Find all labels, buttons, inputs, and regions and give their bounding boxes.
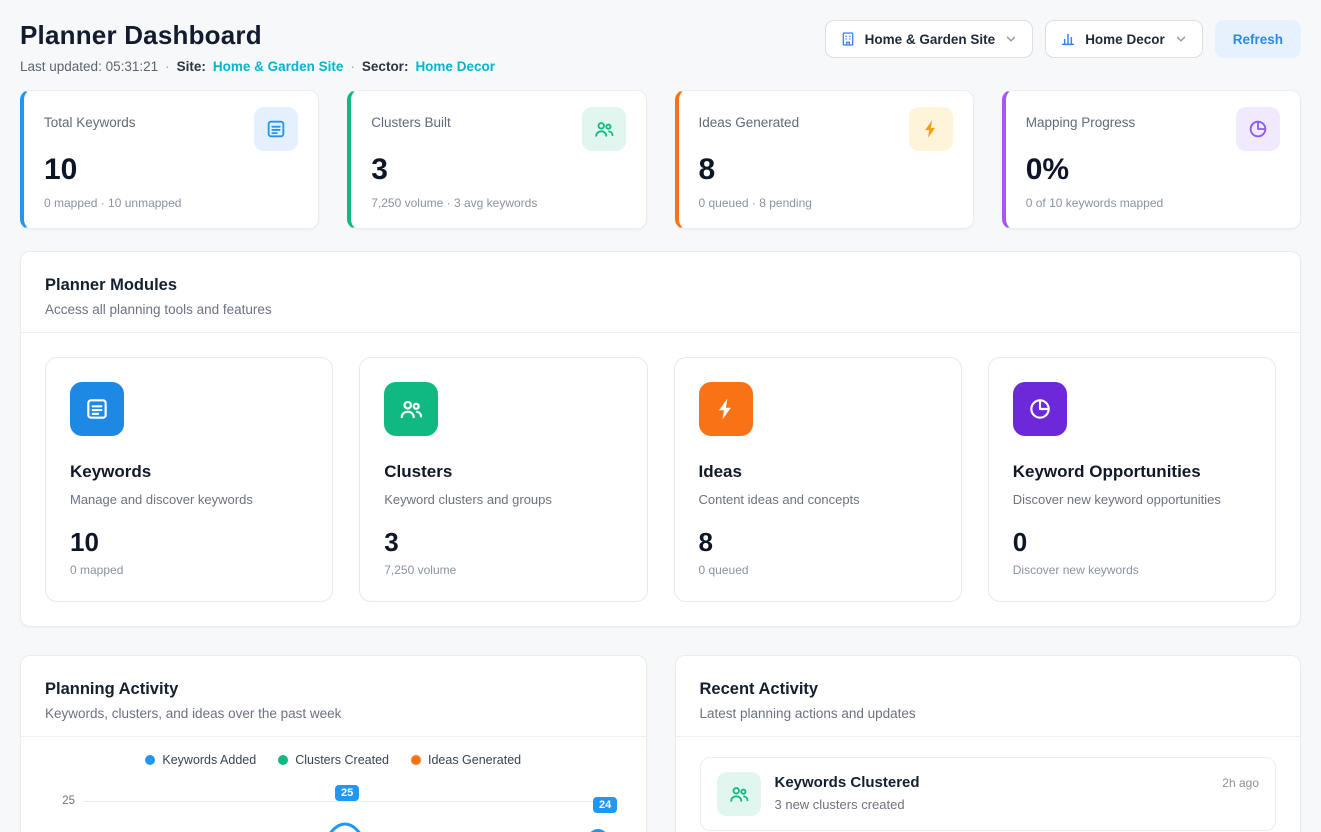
panel-subtitle: Latest planning actions and updates [700,706,1277,721]
stat-title: Mapping Progress [1026,107,1136,130]
stat-value: 10 [44,153,298,187]
separator-dot: · [165,59,170,74]
header-subtitle: Last updated: 05:31:21 · Site: Home & Ga… [20,59,495,74]
chevron-down-icon [1174,32,1188,46]
page-title: Planner Dashboard [20,20,495,51]
legend-label: Clusters Created [295,753,389,767]
legend-dot-blue [145,755,155,765]
sector-selector-value: Home Decor [1085,32,1165,47]
group-icon [717,772,761,816]
separator-dot: · [350,59,355,74]
header: Planner Dashboard Last updated: 05:31:21… [20,20,1301,74]
sector-selector-dropdown[interactable]: Home Decor [1045,20,1203,58]
modules-grid: Keywords Manage and discover keywords 10… [45,357,1276,602]
site-label: Site: [177,59,206,74]
pie-chart-icon [1236,107,1280,151]
module-value: 8 [699,527,937,558]
stat-card-ideas-generated: Ideas Generated 8 0 queued · 8 pending [675,90,974,229]
module-card-ideas[interactable]: Ideas Content ideas and concepts 8 0 que… [674,357,962,602]
chevron-down-icon [1004,32,1018,46]
pie-chart-icon [1013,382,1067,436]
planning-activity-card: Planning Activity Keywords, clusters, an… [20,655,647,832]
module-description: Discover new keyword opportunities [1013,492,1251,507]
module-card-clusters[interactable]: Clusters Keyword clusters and groups 3 7… [359,357,647,602]
divider [21,736,646,737]
module-detail: 0 mapped [70,563,308,577]
legend-item-clusters-created: Clusters Created [278,753,389,767]
line-chart: 25 25 24 [45,779,622,832]
module-description: Keyword clusters and groups [384,492,622,507]
header-actions: Home & Garden Site Home Decor Refresh [825,20,1301,58]
site-selector-value: Home & Garden Site [865,32,996,47]
stat-detail: 0 mapped · 10 unmapped [44,196,298,210]
stat-card-mapping-progress: Mapping Progress 0% 0 of 10 keywords map… [1002,90,1301,229]
document-icon [254,107,298,151]
bar-chart-icon [1060,31,1076,47]
module-title: Clusters [384,462,622,482]
stat-detail: 0 of 10 keywords mapped [1026,196,1280,210]
bolt-icon [699,382,753,436]
group-icon [582,107,626,151]
activity-list-item: Keywords Clustered 3 new clusters create… [700,757,1277,831]
activity-timestamp: 2h ago [1222,772,1259,790]
sector-label: Sector: [362,59,409,74]
module-description: Content ideas and concepts [699,492,937,507]
module-value: 3 [384,527,622,558]
data-point-label: 25 [335,785,359,801]
stats-row: Total Keywords 10 0 mapped · 10 unmapped… [20,90,1301,229]
module-detail: Discover new keywords [1013,563,1251,577]
bolt-icon [909,107,953,151]
panel-subtitle: Access all planning tools and features [45,302,1276,317]
last-updated-text: Last updated: 05:31:21 [20,59,158,74]
module-detail: 7,250 volume [384,563,622,577]
stat-card-clusters-built: Clusters Built 3 7,250 volume · 3 avg ke… [347,90,646,229]
legend-item-keywords-added: Keywords Added [145,753,256,767]
module-value: 10 [70,527,308,558]
divider [21,332,1300,333]
activity-title: Keywords Clustered [775,772,1209,791]
stat-detail: 0 queued · 8 pending [699,196,953,210]
panel-title: Planner Modules [45,276,1276,295]
building-icon [840,31,856,47]
legend-dot-green [278,755,288,765]
legend-label: Ideas Generated [428,753,521,767]
module-title: Keyword Opportunities [1013,462,1251,482]
chart-legend: Keywords Added Clusters Created Ideas Ge… [45,753,622,767]
module-detail: 0 queued [699,563,937,577]
module-value: 0 [1013,527,1251,558]
bottom-row: Planning Activity Keywords, clusters, an… [20,655,1301,832]
stat-value: 0% [1026,153,1280,187]
stat-detail: 7,250 volume · 3 avg keywords [371,196,625,210]
module-title: Ideas [699,462,937,482]
data-point-label: 24 [593,797,617,813]
group-icon [384,382,438,436]
module-card-keyword-opportunities[interactable]: Keyword Opportunities Discover new keywo… [988,357,1276,602]
activity-description: 3 new clusters created [775,797,1209,812]
panel-subtitle: Keywords, clusters, and ideas over the p… [45,706,622,721]
legend-item-ideas-generated: Ideas Generated [411,753,521,767]
divider [676,736,1301,737]
recent-activity-card: Recent Activity Latest planning actions … [675,655,1302,832]
y-axis-tick: 25 [45,795,75,807]
sector-value: Home Decor [415,59,495,74]
module-card-keywords[interactable]: Keywords Manage and discover keywords 10… [45,357,333,602]
module-description: Manage and discover keywords [70,492,308,507]
legend-label: Keywords Added [162,753,256,767]
panel-title: Planning Activity [45,680,622,699]
panel-title: Recent Activity [700,680,1277,699]
document-icon [70,382,124,436]
stat-value: 3 [371,153,625,187]
planner-modules-panel: Planner Modules Access all planning tool… [20,251,1301,627]
site-selector-dropdown[interactable]: Home & Garden Site [825,20,1034,58]
stat-title: Clusters Built [371,107,451,130]
stat-value: 8 [699,153,953,187]
stat-card-total-keywords: Total Keywords 10 0 mapped · 10 unmapped [20,90,319,229]
stat-title: Total Keywords [44,107,136,130]
legend-dot-orange [411,755,421,765]
refresh-button[interactable]: Refresh [1215,20,1301,58]
site-value: Home & Garden Site [213,59,344,74]
stat-title: Ideas Generated [699,107,800,130]
module-title: Keywords [70,462,308,482]
